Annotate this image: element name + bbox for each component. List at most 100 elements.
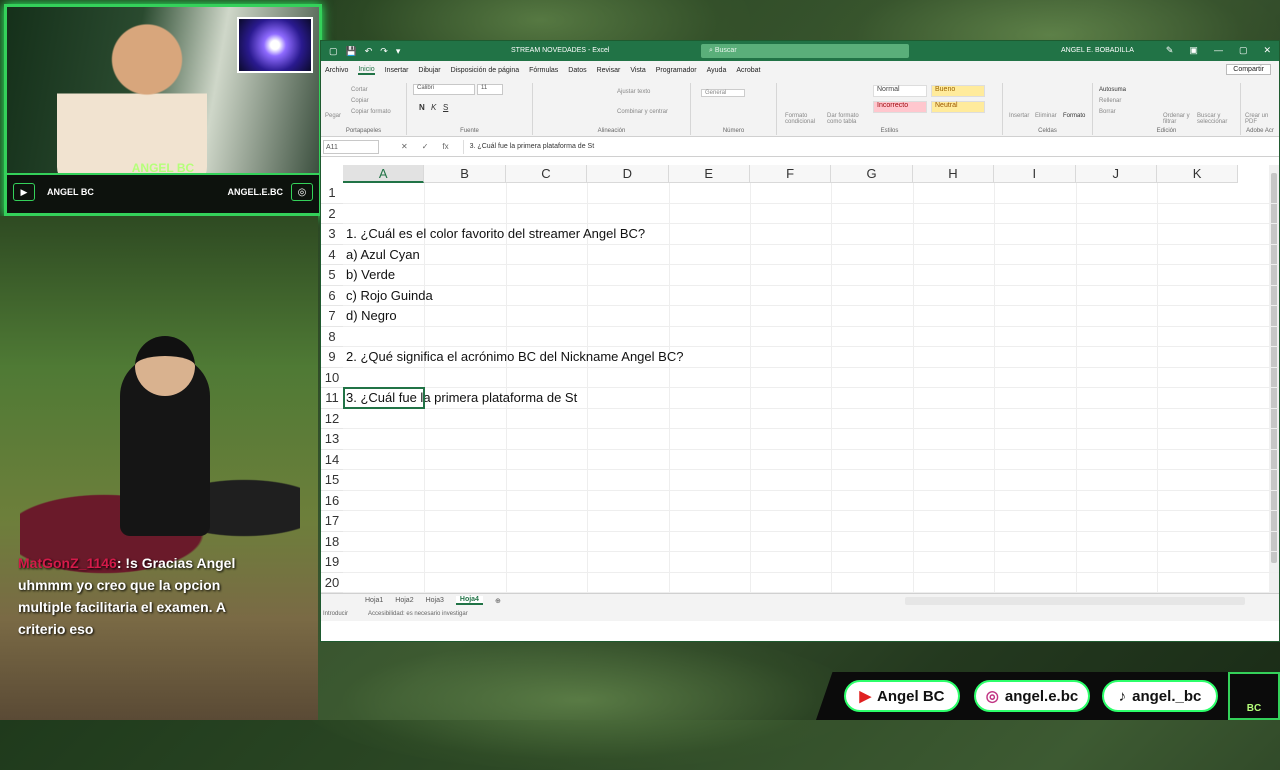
tab-insertar[interactable]: Insertar <box>385 67 409 74</box>
row-header[interactable]: 11 <box>321 388 343 409</box>
row-header[interactable]: 3 <box>321 224 343 245</box>
horizontal-scrollbar[interactable] <box>905 597 1245 605</box>
column-header[interactable]: B <box>424 165 506 183</box>
format-table-button[interactable]: Dar formato como tabla <box>827 113 867 125</box>
style-normal[interactable]: Normal <box>873 85 927 97</box>
style-good[interactable]: Bueno <box>931 85 985 97</box>
row-header[interactable]: 12 <box>321 409 343 429</box>
fill-button[interactable]: Rellenar <box>1099 98 1121 104</box>
active-cell-selection[interactable] <box>343 387 426 409</box>
column-header[interactable]: J <box>1075 165 1157 183</box>
sheet-tab-hoja1[interactable]: Hoja1 <box>365 597 383 604</box>
table-row[interactable] <box>343 573 1279 593</box>
cell-a6[interactable]: c) Rojo Guinda <box>346 288 433 303</box>
cell-a4[interactable]: a) Azul Cyan <box>346 247 420 262</box>
cell-a5[interactable]: b) Verde <box>346 267 395 282</box>
table-row[interactable]: c) Rojo Guinda <box>343 286 1279 306</box>
name-box[interactable]: A11 <box>323 139 379 154</box>
save-icon[interactable]: 💾 <box>346 46 357 57</box>
tab-datos[interactable]: Datos <box>568 67 586 74</box>
tab-vista[interactable]: Vista <box>630 67 645 74</box>
font-size-select[interactable]: 11 <box>477 84 503 95</box>
find-select-button[interactable]: Buscar y seleccionar <box>1197 113 1237 125</box>
table-row[interactable]: b) Verde <box>343 265 1279 286</box>
bold-button[interactable]: N <box>419 103 425 112</box>
sheet-tab-hoja2[interactable]: Hoja2 <box>395 597 413 604</box>
merge-center-button[interactable]: Combinar y centrar <box>617 109 668 115</box>
row-header[interactable]: 18 <box>321 532 343 552</box>
table-row[interactable]: 2. ¿Qué significa el acrónimo BC del Nic… <box>343 347 1279 368</box>
table-row[interactable] <box>343 183 1279 204</box>
enter-icon[interactable]: ✓ <box>422 142 429 151</box>
share-button[interactable]: Compartir <box>1226 64 1271 75</box>
sheet-tab-hoja4[interactable]: Hoja4 <box>455 596 483 605</box>
format-painter-button[interactable]: Copiar formato <box>351 109 391 115</box>
tab-ayuda[interactable]: Ayuda <box>707 67 727 74</box>
paste-button[interactable]: Pegar <box>325 113 341 119</box>
minimize-icon[interactable]: — <box>1214 45 1223 56</box>
row-header[interactable]: 19 <box>321 552 343 573</box>
table-row[interactable]: d) Negro <box>343 306 1279 327</box>
column-header[interactable]: C <box>505 165 588 183</box>
row-header[interactable]: 16 <box>321 491 343 511</box>
row-header[interactable]: 9 <box>321 347 343 368</box>
tab-archivo[interactable]: Archivo <box>325 67 348 74</box>
delete-cells-button[interactable]: Eliminar <box>1035 113 1057 119</box>
table-row[interactable]: 3. ¿Cuál fue la primera plataforma de St <box>343 388 1279 409</box>
pen-icon[interactable]: ✎ <box>1166 45 1174 56</box>
table-row[interactable] <box>343 204 1279 224</box>
format-cells-button[interactable]: Formato <box>1063 113 1085 119</box>
tab-acrobat[interactable]: Acrobat <box>736 67 760 74</box>
column-header[interactable]: K <box>1156 165 1239 183</box>
number-format-select[interactable]: General <box>701 89 746 97</box>
style-bad[interactable]: Incorrecto <box>873 101 927 113</box>
sort-filter-button[interactable]: Ordenar y filtrar <box>1163 113 1193 125</box>
tab-disposicion[interactable]: Disposición de página <box>451 67 520 74</box>
search-input[interactable]: ⌕ Buscar <box>701 44 909 58</box>
table-row[interactable] <box>343 511 1279 532</box>
table-row[interactable] <box>343 491 1279 511</box>
row-header[interactable]: 7 <box>321 306 343 327</box>
table-row[interactable] <box>343 368 1279 388</box>
column-header[interactable]: I <box>994 165 1076 183</box>
row-header[interactable]: 15 <box>321 470 343 491</box>
create-pdf-button[interactable]: Crear un PDF <box>1245 113 1275 125</box>
underline-button[interactable]: S <box>443 103 448 112</box>
insert-cells-button[interactable]: Insertar <box>1009 113 1029 119</box>
add-sheet-icon[interactable]: ⊕ <box>495 597 501 605</box>
column-header[interactable]: E <box>668 165 750 183</box>
tab-dibujar[interactable]: Dibujar <box>418 67 440 74</box>
table-row[interactable] <box>343 470 1279 491</box>
style-neutral[interactable]: Neutral <box>931 101 985 113</box>
autosave-icon[interactable]: ▢ <box>329 46 338 57</box>
column-header[interactable]: H <box>912 165 995 183</box>
row-header[interactable]: 4 <box>321 245 343 265</box>
row-header[interactable]: 8 <box>321 327 343 347</box>
font-name-select[interactable]: Calibri <box>413 84 475 95</box>
row-header[interactable]: 1 <box>321 183 343 204</box>
row-header[interactable]: 17 <box>321 511 343 532</box>
tab-inicio[interactable]: Inicio <box>358 66 375 75</box>
clear-button[interactable]: Borrar <box>1099 109 1116 115</box>
tab-revisar[interactable]: Revisar <box>597 67 621 74</box>
row-header[interactable]: 14 <box>321 450 343 470</box>
ribbon-display-icon[interactable]: ▣ <box>1189 45 1198 56</box>
italic-button[interactable]: K <box>431 103 436 112</box>
row-header[interactable]: 2 <box>321 204 343 224</box>
table-row[interactable]: 1. ¿Cuál es el color favorito del stream… <box>343 224 1279 245</box>
spreadsheet-grid[interactable]: ABCDEFGHIJK 1 2 3 1. ¿Cuál es el color favo… <box>321 165 1279 593</box>
user-name[interactable]: ANGEL E. BOBADILLA <box>1061 47 1134 54</box>
close-icon[interactable]: ✕ <box>1263 45 1271 56</box>
table-row[interactable] <box>343 552 1279 573</box>
maximize-icon[interactable]: ▢ <box>1239 45 1248 56</box>
table-row[interactable] <box>343 450 1279 470</box>
table-row[interactable]: a) Azul Cyan <box>343 245 1279 265</box>
row-header[interactable]: 20 <box>321 573 343 593</box>
cell-a3[interactable]: 1. ¿Cuál es el color favorito del stream… <box>346 226 645 241</box>
autosum-button[interactable]: Autosuma <box>1099 87 1126 93</box>
column-header[interactable]: D <box>587 165 669 183</box>
row-header[interactable]: 13 <box>321 429 343 450</box>
undo-icon[interactable]: ↶ <box>365 46 373 57</box>
column-header[interactable]: A <box>343 165 425 183</box>
cancel-icon[interactable]: ✕ <box>401 142 408 151</box>
